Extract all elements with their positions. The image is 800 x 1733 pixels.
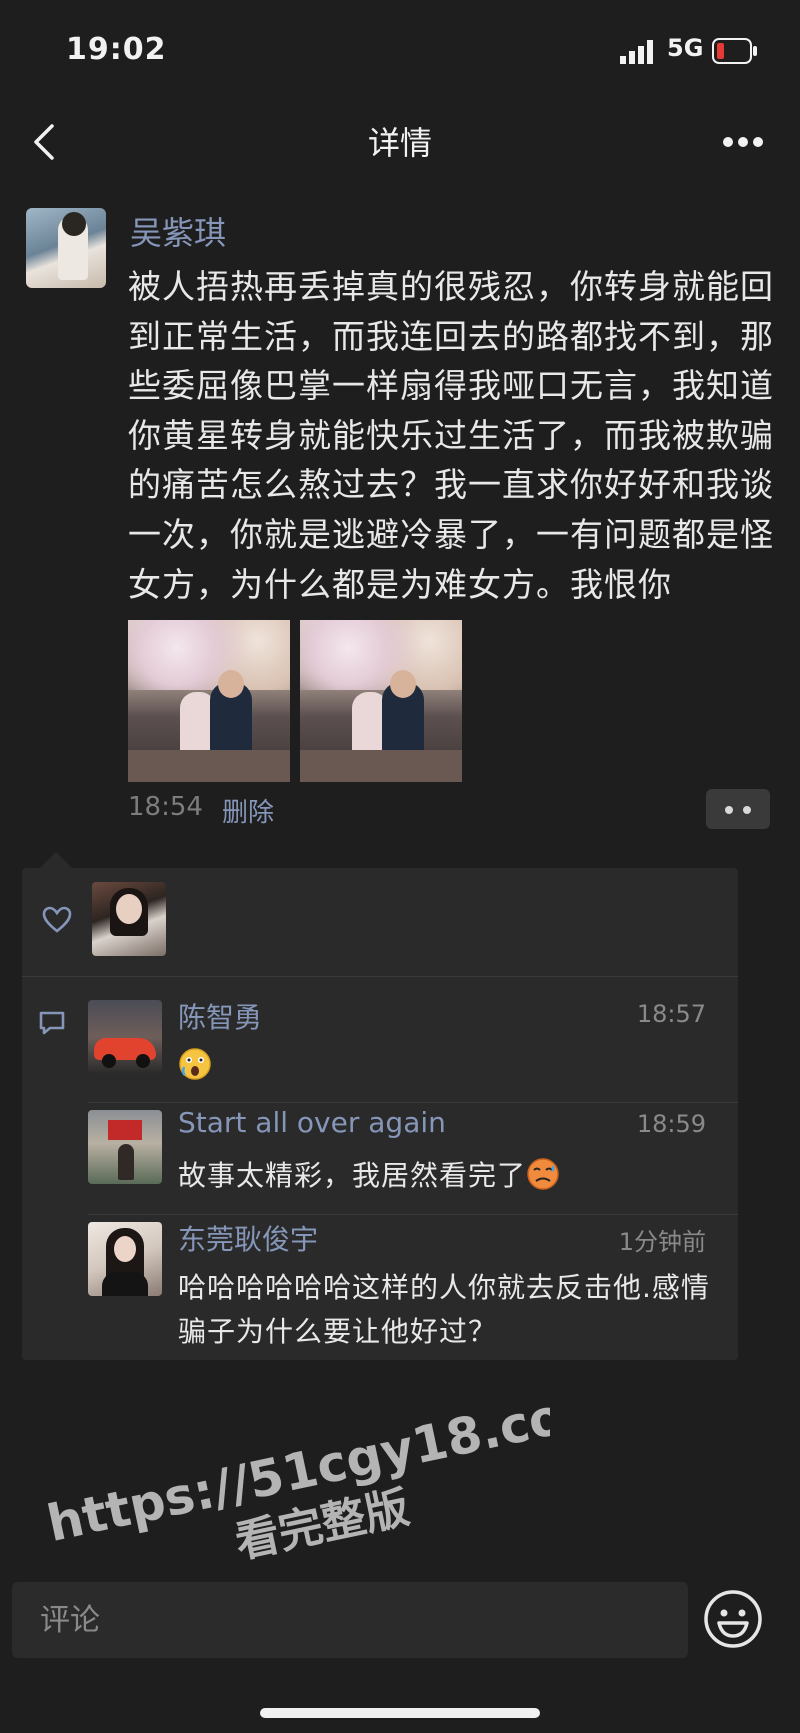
comment-text xyxy=(178,1044,718,1088)
post-photo-1[interactable] xyxy=(128,620,290,782)
nav-bar: 详情 xyxy=(0,100,800,184)
comment-text: 故事太精彩，我居然看完了 xyxy=(178,1154,718,1198)
signal-icon xyxy=(620,40,653,64)
commenter-avatar[interactable] xyxy=(88,1222,162,1296)
comment-item[interactable]: Start all over again 18:59 故事太精彩，我居然看完了 xyxy=(88,1106,724,1200)
commenter-name[interactable]: 陈智勇 xyxy=(178,996,262,1036)
poster-name[interactable]: 吴紫琪 xyxy=(130,208,226,254)
liker-avatar[interactable] xyxy=(92,882,166,956)
commenter-name[interactable]: Start all over again xyxy=(178,1106,446,1139)
post-text: 被人捂热再丢掉真的很残忍，你转身就能回到正常生活，而我连回去的路都找不到，那些委… xyxy=(128,267,774,604)
divider xyxy=(22,976,738,977)
comment-time: 18:57 xyxy=(636,1000,706,1028)
comment-bar xyxy=(0,1570,800,1733)
comment-item[interactable]: 陈智勇 18:57 xyxy=(88,1000,724,1090)
shocked-face-icon xyxy=(179,1048,211,1080)
watermark: https://51cgy18.com 看完整版 xyxy=(42,1376,550,1560)
interaction-panel: 陈智勇 18:57 Start all over again 18:59 故事太… xyxy=(22,868,738,1360)
comment-bubble-icon xyxy=(39,1011,65,1035)
post-photo-2[interactable] xyxy=(300,620,462,782)
post-time: 18:54 xyxy=(128,792,203,822)
divider xyxy=(88,1214,738,1215)
comment-time: 1分钟前 xyxy=(618,1228,706,1256)
comment-time: 18:59 xyxy=(636,1110,706,1138)
divider xyxy=(88,1102,738,1103)
comment-item[interactable]: 东莞耿俊宇 1分钟前 哈哈哈哈哈哈这样的人你就去反击他.感情骗子为什么要让他好过… xyxy=(88,1222,724,1348)
post-actions-button[interactable] xyxy=(706,789,770,829)
page-title: 详情 xyxy=(367,124,432,162)
network-type: 5G xyxy=(667,34,704,62)
comment-text-content: 故事太精彩，我居然看完了 xyxy=(178,1159,527,1192)
commenter-avatar[interactable] xyxy=(88,1110,162,1184)
commenter-avatar[interactable] xyxy=(88,1000,162,1074)
battery-icon xyxy=(712,38,757,64)
emoji-smiley-icon[interactable] xyxy=(702,1588,764,1650)
heart-icon xyxy=(42,906,72,933)
dot-icon xyxy=(743,806,751,814)
sweating-face-icon xyxy=(527,1158,559,1190)
panel-pointer xyxy=(40,852,72,868)
comment-input[interactable] xyxy=(12,1582,688,1658)
commenter-name[interactable]: 东莞耿俊宇 xyxy=(178,1218,318,1258)
dot-icon xyxy=(725,806,733,814)
status-time: 19:02 xyxy=(66,32,167,67)
status-bar: 19:02 5G xyxy=(0,0,800,100)
comment-text: 哈哈哈哈哈哈这样的人你就去反击他.感情骗子为什么要让他好过？ xyxy=(178,1271,710,1348)
home-indicator[interactable] xyxy=(260,1708,540,1718)
delete-button[interactable]: 删除 xyxy=(222,792,274,829)
more-options-icon[interactable] xyxy=(722,136,764,148)
poster-avatar[interactable] xyxy=(26,208,106,288)
